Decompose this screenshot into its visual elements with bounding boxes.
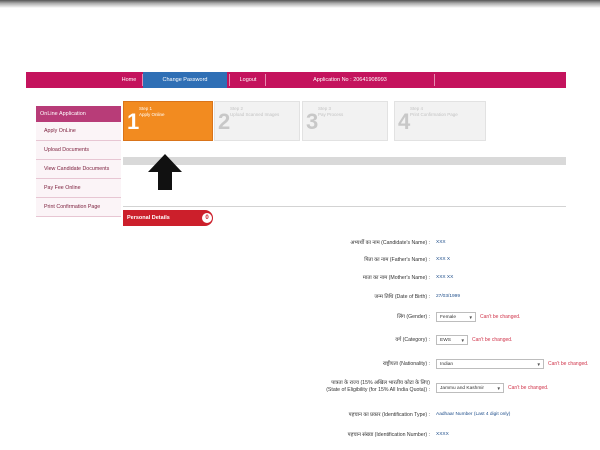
- select-value: Female: [440, 315, 456, 320]
- field-label: पात्रता के राज्य (15% अखिल भारतीय कोटा क…: [326, 380, 430, 394]
- state-warning: Can't be changed.: [508, 385, 549, 391]
- nav-logout[interactable]: Logout: [232, 72, 264, 88]
- field-label: राष्ट्रीयता (Nationality) :: [382, 361, 430, 367]
- id-type-row: पहचान का प्रकार (Identification Type) : …: [130, 408, 570, 422]
- step-caption: Step 2 Upload Scanned Images: [230, 106, 279, 118]
- step-number: 4: [398, 109, 411, 134]
- field-label-hindi: पात्रता के राज्य (15% अखिल भारतीय कोटा क…: [331, 380, 430, 386]
- nationality-row: राष्ट्रीयता (Nationality) : Indian ▼ Can…: [130, 357, 588, 371]
- application-number: Application No : 20641908993: [313, 77, 387, 83]
- field-label: पहचान का प्रकार (Identification Type) :: [348, 412, 430, 418]
- state-select[interactable]: Jammu and Kashmir ▼: [436, 383, 504, 393]
- up-arrow-icon: [148, 154, 182, 190]
- step-number: 2: [218, 109, 231, 134]
- progress-bar: [123, 157, 566, 165]
- mother-name-row: माता का नाम (Mother's Name) : XXX XX: [130, 271, 570, 285]
- section-badge: 0: [202, 213, 212, 223]
- sidebar-item-view-documents[interactable]: View Candidate Documents: [36, 160, 121, 179]
- personal-details-tab[interactable]: Personal Details 0: [123, 210, 213, 226]
- field-label-english: (State of Eligibility (for 15% All India…: [326, 387, 430, 393]
- sidebar: OnLine Application Apply OnLine Upload D…: [36, 106, 121, 217]
- step-caption: Step 3 Pay Process: [318, 106, 343, 118]
- step-caption: Step 1 Apply Online: [139, 106, 165, 118]
- id-number-value: XXXX: [436, 432, 449, 437]
- field-label: पिता का नाम (Father's Name) :: [364, 257, 430, 263]
- father-name-value: XXX X: [436, 257, 451, 262]
- step-caption: Step 4 Print Confirmation Page: [410, 106, 458, 118]
- nationality-warning: Can't be changed.: [548, 361, 589, 367]
- field-label: लिंग (Gender) :: [397, 314, 430, 320]
- candidate-name-value: XXX: [436, 240, 446, 245]
- state-row: पात्रता के राज्य (15% अखिल भारतीय कोटा क…: [130, 380, 570, 396]
- step-number: 3: [306, 109, 319, 134]
- step-4-print[interactable]: 4 Step 4 Print Confirmation Page: [394, 101, 486, 141]
- select-value: EWS: [440, 338, 451, 343]
- nationality-select[interactable]: Indian ▼: [436, 359, 544, 369]
- top-shadow: [0, 0, 600, 8]
- nav-separator: [434, 74, 435, 86]
- sidebar-title: OnLine Application: [36, 106, 121, 122]
- gender-select[interactable]: Female ▼: [436, 312, 476, 322]
- id-number-row: पहचान संख्या (Identification Number) : X…: [130, 428, 570, 442]
- chevron-down-icon: ▼: [496, 386, 501, 391]
- step-1-apply-online[interactable]: 1 Step 1 Apply Online: [123, 101, 213, 141]
- mother-name-value: XXX XX: [436, 275, 454, 280]
- step-2-upload[interactable]: 2 Step 2 Upload Scanned Images: [214, 101, 300, 141]
- sidebar-item-print-confirmation[interactable]: Print Confirmation Page: [36, 198, 121, 217]
- nav-separator: [229, 74, 230, 86]
- chevron-down-icon: ▼: [468, 315, 473, 320]
- step-sub: Pay Process: [318, 112, 344, 117]
- gender-warning: Can't be changed.: [480, 314, 521, 320]
- sidebar-item-apply-online[interactable]: Apply OnLine: [36, 122, 121, 141]
- dob-value: 27/03/1999: [436, 294, 461, 299]
- nav-home[interactable]: Home: [116, 72, 142, 88]
- step-3-pay[interactable]: 3 Step 3 Pay Process: [302, 101, 388, 141]
- chevron-down-icon: ▼: [536, 362, 541, 367]
- field-label: पहचान संख्या (Identification Number) :: [347, 432, 430, 438]
- category-warning: Can't be changed.: [472, 337, 513, 343]
- sidebar-item-pay-fee[interactable]: Pay Fee Online: [36, 179, 121, 198]
- dob-row: जन्म तिथि (Date of Birth) : 27/03/1999: [130, 290, 570, 304]
- step-sub: Apply Online: [139, 112, 165, 117]
- divider: [123, 206, 566, 207]
- top-navbar: Home Change Password Logout Application …: [26, 72, 566, 88]
- section-title: Personal Details: [127, 215, 170, 221]
- step-sub: Upload Scanned Images: [230, 112, 280, 117]
- field-label: माता का नाम (Mother's Name) :: [362, 275, 430, 281]
- sidebar-item-upload-documents[interactable]: Upload Documents: [36, 141, 121, 160]
- field-label: जन्म तिथि (Date of Birth) :: [374, 294, 430, 300]
- step-number: 1: [127, 109, 140, 134]
- select-value: Jammu and Kashmir: [440, 386, 484, 391]
- field-label: वर्ग (Category) :: [395, 337, 430, 343]
- gender-row: लिंग (Gender) : Female ▼ Can't be change…: [130, 310, 570, 324]
- category-row: वर्ग (Category) : EWS ▼ Can't be changed…: [130, 333, 570, 347]
- nav-change-password[interactable]: Change Password: [143, 72, 227, 88]
- step-sub: Print Confirmation Page: [410, 112, 458, 117]
- category-select[interactable]: EWS ▼: [436, 335, 468, 345]
- chevron-down-icon: ▼: [460, 338, 465, 343]
- candidate-name-row: अभ्यर्थी का नाम (Candidate's Name) : XXX: [130, 236, 570, 250]
- field-label: अभ्यर्थी का नाम (Candidate's Name) :: [350, 240, 430, 246]
- father-name-row: पिता का नाम (Father's Name) : XXX X: [130, 253, 570, 267]
- id-type-value: Aadhaar Number (Last 4 digit only): [436, 412, 511, 417]
- select-value: Indian: [440, 362, 454, 367]
